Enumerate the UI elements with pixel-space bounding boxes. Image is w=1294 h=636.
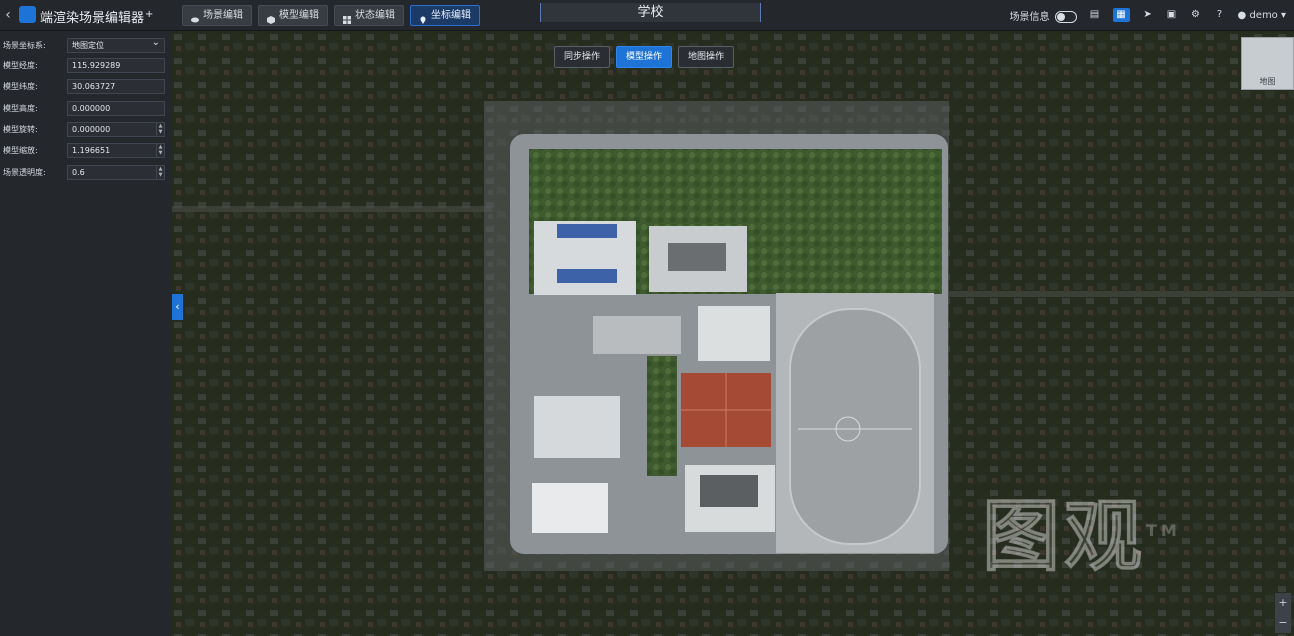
tab-coordinate-edit[interactable]: 坐标编辑 [410, 5, 480, 26]
rotation-stepper[interactable]: ▲ ▼ [156, 122, 164, 136]
tab-label: 模型编辑 [279, 10, 319, 21]
scene-icon [191, 12, 199, 22]
lock-icon[interactable]: ▤ [1089, 9, 1101, 21]
operation-mode-group: 同步操作 模型操作 地图操作 [554, 46, 735, 68]
longitude-input[interactable]: 115.929289 [67, 57, 165, 73]
back-arrow-icon[interactable]: ‹ [0, 0, 16, 30]
collapse-panel-button[interactable]: ‹ [172, 294, 183, 320]
map-operation-button[interactable]: 地图操作 [678, 46, 735, 68]
sync-operation-button[interactable]: 同步操作 [554, 46, 611, 68]
watermark-logo: 图观TM [981, 492, 1181, 583]
height-label: 模型高度: [3, 103, 38, 113]
longitude-label: 模型经度: [3, 60, 38, 70]
map-type-switcher[interactable]: 地图 [1241, 37, 1294, 90]
rotation-label: 模型旋转: [3, 124, 38, 134]
top-right-toolbar: 场景信息 ▤ ▦ ➤ ▣ ⚙ ? ● demo ▾ [1010, 0, 1286, 30]
settings-icon[interactable]: ⚙ [1190, 9, 1202, 21]
preview-icon[interactable]: ▣ [1166, 9, 1178, 21]
scene-title: 学校 [540, 3, 761, 22]
opacity-input[interactable]: 0.6 ▲ ▼ [67, 164, 165, 180]
top-bar: ‹ 端渲染场景编辑器+ 场景编辑 模型编辑 状态编辑 坐标编辑 学校 场景信息 … [0, 0, 1294, 31]
tab-state-edit[interactable]: 状态编辑 [334, 5, 404, 26]
app-logo-icon [19, 6, 36, 23]
toggle-switch[interactable] [1054, 10, 1077, 23]
model-icon [267, 12, 275, 24]
latitude-input[interactable]: 30.063727 [67, 78, 165, 94]
tab-label: 场景编辑 [203, 10, 243, 21]
app-name: 端渲染场景编辑器+ [40, 8, 154, 26]
editor-tabs: 场景编辑 模型编辑 状态编辑 坐标编辑 [182, 5, 480, 26]
scale-input[interactable]: 1.196651 ▲ ▼ [67, 142, 165, 158]
coordinate-icon [419, 12, 427, 24]
opacity-stepper[interactable]: ▲ ▼ [156, 165, 164, 179]
coord-system-select[interactable]: 地图定位 [67, 36, 165, 53]
latitude-label: 模型纬度: [3, 81, 38, 91]
zoom-in-button[interactable]: + [1275, 593, 1291, 613]
state-icon [343, 12, 351, 24]
scale-label: 模型缩放: [3, 145, 38, 155]
model-operation-button[interactable]: 模型操作 [616, 46, 673, 68]
tab-label: 状态编辑 [355, 10, 395, 21]
help-icon[interactable]: ? [1214, 9, 1226, 21]
tab-scene-edit[interactable]: 场景编辑 [182, 5, 252, 26]
zoom-out-button[interactable]: − [1275, 613, 1291, 633]
user-menu[interactable]: ● demo ▾ [1238, 10, 1286, 21]
zoom-control: + − [1275, 593, 1291, 633]
send-icon[interactable]: ➤ [1142, 9, 1154, 21]
coordinate-panel: 场景坐标系: 地图定位 模型经度: 115.929289 模型纬度: 30.06… [0, 31, 172, 636]
user-name: demo [1249, 9, 1278, 21]
coord-system-label: 场景坐标系: [3, 40, 46, 50]
scale-stepper[interactable]: ▲ ▼ [156, 143, 164, 157]
tab-label: 坐标编辑 [431, 10, 471, 21]
map-viewport[interactable]: 同步操作 模型操作 地图操作 地图 图观TM + − [172, 31, 1294, 636]
opacity-label: 场景透明度: [3, 167, 46, 177]
rotation-input[interactable]: 0.000000 ▲ ▼ [67, 121, 165, 137]
map-type-label: 地图 [1259, 77, 1276, 86]
scene-info-label: 场景信息 [1009, 11, 1050, 23]
save-icon[interactable]: ▦ [1112, 8, 1130, 22]
height-input[interactable]: 0.000000 [67, 100, 165, 116]
tab-model-edit[interactable]: 模型编辑 [258, 5, 328, 26]
scene-info-toggle[interactable]: 场景信息 [1010, 8, 1077, 23]
